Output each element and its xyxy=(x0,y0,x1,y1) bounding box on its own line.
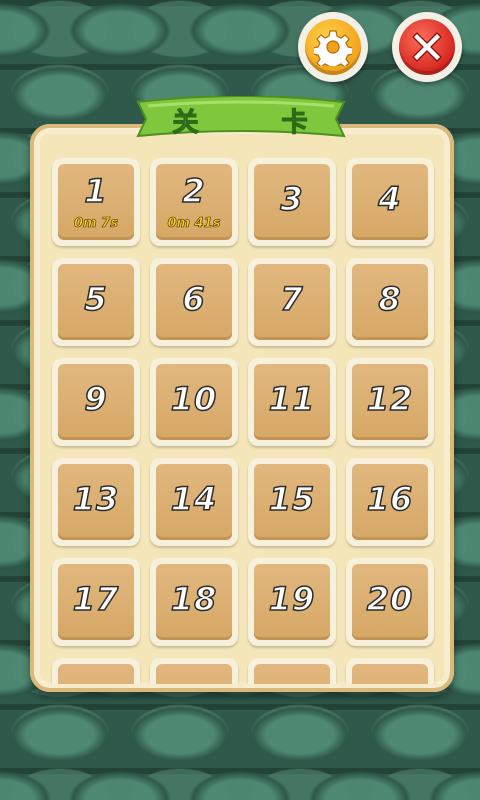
close-icon xyxy=(412,32,442,62)
level-tile[interactable]: 14 xyxy=(150,458,238,546)
level-tile[interactable]: 11 xyxy=(248,358,336,446)
level-tile[interactable] xyxy=(346,658,434,684)
settings-button[interactable] xyxy=(298,12,368,82)
gear-icon xyxy=(314,30,352,66)
level-tile[interactable]: 2 0m 41s xyxy=(150,158,238,246)
level-tile[interactable]: 7 xyxy=(248,258,336,346)
level-tile[interactable]: 1 0m 7s xyxy=(52,158,140,246)
title-banner: 关 卡 xyxy=(136,96,346,142)
level-number: 13 xyxy=(72,479,120,519)
level-number: 17 xyxy=(72,579,120,619)
level-tile[interactable]: 5 xyxy=(52,258,140,346)
level-best-time: 0m 7s xyxy=(74,216,119,232)
level-number: 2 xyxy=(182,171,206,211)
level-tile[interactable]: 13 xyxy=(52,458,140,546)
level-tile[interactable]: 17 xyxy=(52,558,140,646)
level-tile[interactable]: 6 xyxy=(150,258,238,346)
level-number: 16 xyxy=(366,479,414,519)
level-tile[interactable]: 20 xyxy=(346,558,434,646)
page-title: 关 卡 xyxy=(172,107,310,138)
level-tile[interactable]: 18 xyxy=(150,558,238,646)
level-grid: 1 0m 7s 2 0m 41s 3 4 5 6 7 8 9 10 11 12 13 14 15 16 17 18 19… xyxy=(48,154,440,684)
level-tile[interactable] xyxy=(150,658,238,684)
level-tile[interactable]: 16 xyxy=(346,458,434,546)
level-board: 1 0m 7s 2 0m 41s 3 4 5 6 7 8 9 10 11 12 13 14 15 16 17 18 19… xyxy=(30,124,454,692)
level-tile[interactable]: 12 xyxy=(346,358,434,446)
level-number: 20 xyxy=(366,579,414,619)
level-number: 5 xyxy=(84,279,108,319)
level-number: 9 xyxy=(84,379,108,419)
level-number: 3 xyxy=(280,179,304,219)
level-number: 18 xyxy=(170,579,218,619)
level-number: 14 xyxy=(170,479,218,519)
level-number: 11 xyxy=(268,379,316,419)
level-number: 1 xyxy=(84,171,108,211)
level-tile[interactable]: 9 xyxy=(52,358,140,446)
level-number: 12 xyxy=(366,379,414,419)
level-tile[interactable]: 8 xyxy=(346,258,434,346)
level-number: 7 xyxy=(280,279,304,319)
level-number: 6 xyxy=(182,279,206,319)
level-tile[interactable]: 19 xyxy=(248,558,336,646)
level-tile[interactable] xyxy=(248,658,336,684)
level-tile[interactable]: 15 xyxy=(248,458,336,546)
level-tile[interactable]: 3 xyxy=(248,158,336,246)
level-number: 4 xyxy=(378,179,402,219)
level-number: 8 xyxy=(378,279,402,319)
close-button[interactable] xyxy=(392,12,462,82)
level-number: 19 xyxy=(268,579,316,619)
level-best-time: 0m 41s xyxy=(167,216,221,232)
level-number: 10 xyxy=(170,379,218,419)
level-tile[interactable]: 4 xyxy=(346,158,434,246)
level-tile[interactable] xyxy=(52,658,140,684)
level-tile[interactable]: 10 xyxy=(150,358,238,446)
level-number: 15 xyxy=(268,479,316,519)
